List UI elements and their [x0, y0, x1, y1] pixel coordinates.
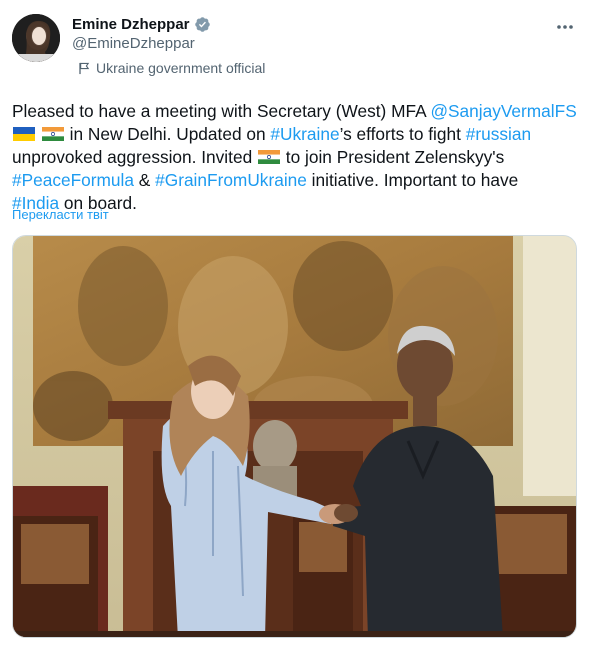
- tweet-text: Pleased to have a meeting with Secretary…: [12, 100, 577, 215]
- tweet-header: Emine Dzheppar @EmineDzheppar Ukraine go…: [72, 16, 265, 76]
- author-avatar[interactable]: [12, 14, 60, 62]
- affiliation-text: Ukraine government official: [96, 60, 266, 76]
- author-display-name[interactable]: Emine Dzheppar: [72, 16, 190, 33]
- avatar-photo-icon: [12, 14, 60, 62]
- government-flag-icon: [79, 62, 90, 74]
- tweet-text-segment: initiative. Important to have: [306, 170, 519, 190]
- verified-badge-icon: [194, 17, 210, 32]
- ukraine-flag-icon: [13, 127, 35, 141]
- affiliation-label: Ukraine government official: [78, 60, 265, 76]
- translate-tweet-link[interactable]: Перекласти твіт: [12, 207, 109, 222]
- india-flag-icon: [41, 127, 64, 141]
- more-options-icon[interactable]: [555, 20, 575, 34]
- hashtag-link[interactable]: #Ukraine: [270, 124, 339, 144]
- tweet-text-segment: Pleased to have a meeting with Secretary…: [12, 101, 431, 121]
- author-handle[interactable]: @EmineDzheppar: [72, 35, 265, 52]
- hashtag-link[interactable]: #PeaceFormula: [12, 170, 134, 190]
- tweet-text-segment: to join President Zelenskyy's: [280, 147, 505, 167]
- tweet-text-segment: in New Delhi. Updated on: [64, 124, 271, 144]
- india-flag-icon: [257, 150, 280, 164]
- mention-link[interactable]: @SanjayVermalFS: [430, 101, 576, 121]
- tweet-text-segment: &: [134, 170, 156, 190]
- hashtag-link[interactable]: #GrainFromUkraine: [155, 170, 307, 190]
- tweet-media-photo[interactable]: [12, 235, 577, 638]
- meeting-photo-icon: [13, 236, 576, 637]
- tweet-text-segment: unprovoked aggression. Invited: [12, 147, 257, 167]
- hashtag-link[interactable]: #russian: [466, 124, 531, 144]
- tweet-text-segment: ’s efforts to fight: [339, 124, 466, 144]
